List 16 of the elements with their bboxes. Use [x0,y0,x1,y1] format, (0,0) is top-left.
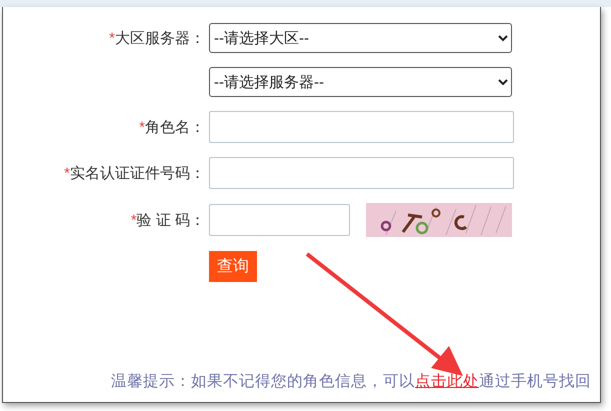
captcha-image[interactable] [366,203,512,237]
click-here-link[interactable]: 点击此处 [415,373,479,390]
required-mark: * [109,30,115,46]
field-label: 实名认证证件号码： [70,164,205,182]
input-field[interactable] [209,157,514,189]
required-mark: * [130,212,137,228]
hint-text: 温馨提示：如果不记得您的角色信息，可以点击此处通过手机号找回 [111,372,592,392]
dropdown-select[interactable]: --请选择服务器-- [209,67,512,97]
field-label: 角色名： [145,118,205,136]
required-mark: * [64,164,70,182]
field-label: 大区服务器： [115,28,205,48]
field-label: 验 证 码： [136,210,205,230]
dropdown-select[interactable]: --请选择大区-- [209,23,512,53]
required-mark: * [139,118,145,136]
captcha-input-field[interactable] [209,204,350,236]
input-field[interactable] [209,111,514,143]
